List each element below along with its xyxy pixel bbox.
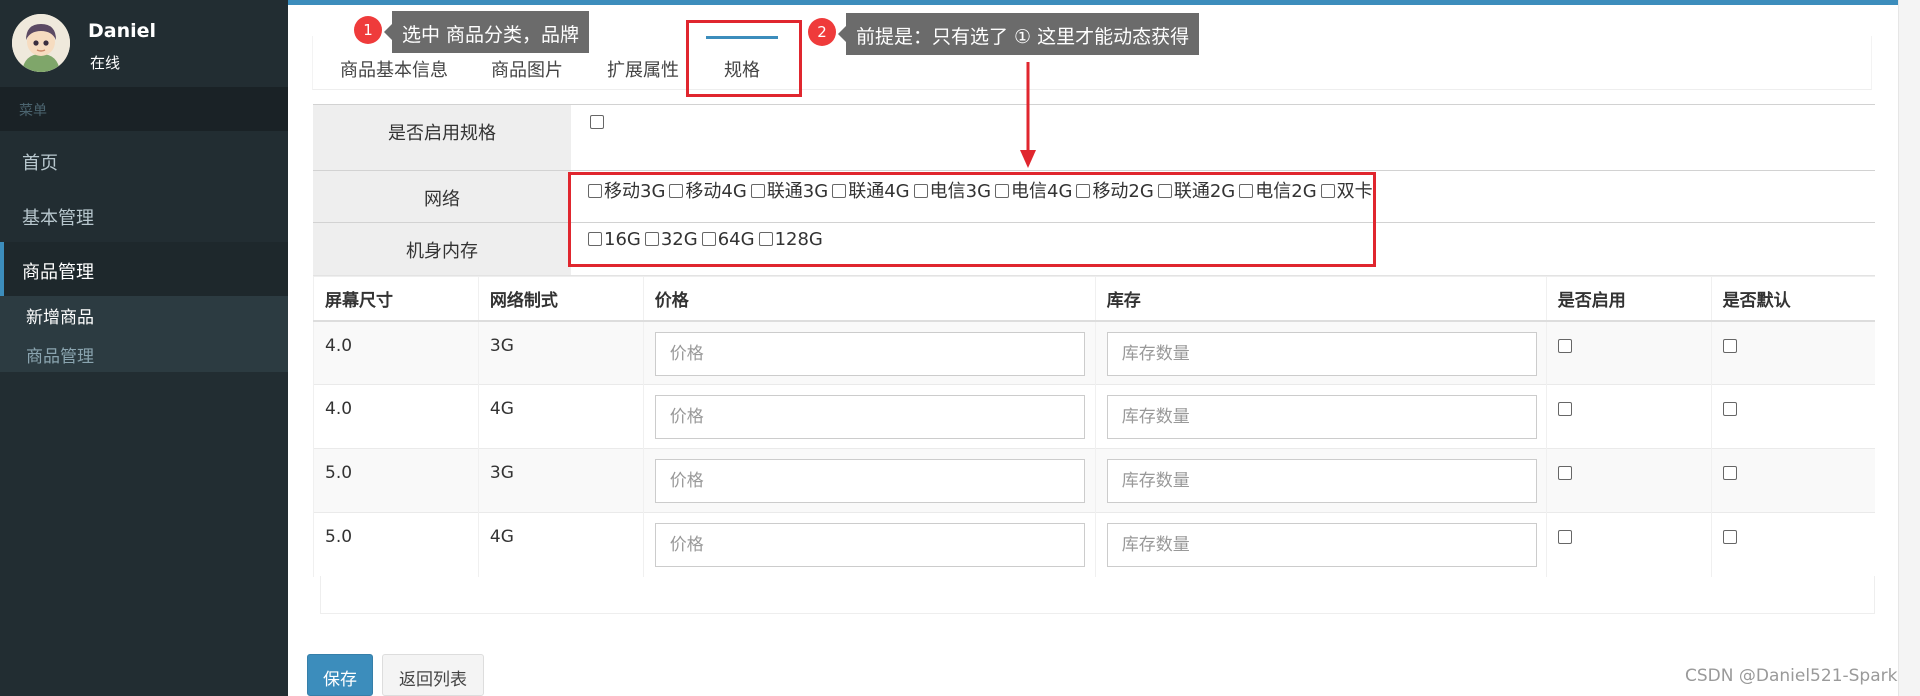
default-checkbox[interactable]	[1722, 530, 1737, 544]
enabled-cell	[1545, 512, 1712, 577]
col-screen-size: 屏幕尺寸	[313, 276, 479, 322]
screen-size-cell: 4.0	[313, 384, 479, 449]
spec-table: 屏幕尺寸 网络制式 价格 库存 是否启用 是否默认 4.03G4.04G5.03…	[313, 276, 1875, 577]
sidebar-submenu: 新增商品 商品管理	[0, 296, 288, 372]
sidebar-item-goods-management[interactable]: 商品管理	[0, 242, 288, 296]
price-cell	[642, 512, 1096, 577]
table-header-row: 屏幕尺寸 网络制式 价格 库存 是否启用 是否默认	[313, 276, 1875, 322]
top-accent-bar	[288, 0, 1920, 5]
enabled-cell	[1545, 448, 1712, 513]
stock-cell	[1094, 384, 1547, 449]
stock-input[interactable]	[1106, 523, 1537, 567]
stock-input[interactable]	[1106, 331, 1537, 376]
submenu-item-goods-management[interactable]: 商品管理	[26, 342, 94, 367]
enabled-checkbox[interactable]	[1557, 338, 1572, 353]
stock-cell	[1094, 320, 1547, 385]
network-type-cell: 4G	[477, 384, 644, 449]
price-input[interactable]	[654, 331, 1085, 376]
enable-spec-checkbox[interactable]	[590, 115, 604, 129]
price-cell	[642, 448, 1096, 513]
price-cell	[642, 320, 1096, 385]
col-price: 价格	[642, 276, 1096, 322]
watermark: CSDN @Daniel521-Spark	[1685, 666, 1898, 686]
user-status: 在线	[90, 54, 121, 72]
default-checkbox[interactable]	[1722, 402, 1737, 416]
network-label: 网络	[313, 171, 571, 222]
annotation-badge-1: 1	[354, 16, 382, 44]
network-type-cell: 3G	[477, 448, 644, 513]
annotation-box-spec-options	[568, 172, 1376, 267]
tab-basic-info[interactable]: 商品基本信息	[340, 56, 448, 82]
submenu-item-add-goods[interactable]: 新增商品	[26, 303, 94, 328]
enable-spec-label: 是否启用规格	[313, 105, 571, 170]
sidebar-item-basic-management[interactable]: 基本管理	[0, 188, 288, 242]
annotation-box-spec-tab	[686, 20, 802, 97]
screen-size-cell: 4.0	[313, 320, 479, 385]
avatar	[12, 14, 70, 72]
annotation-arrow	[1020, 62, 1036, 168]
default-cell	[1710, 448, 1875, 513]
annotation-tooltip-1: 选中 商品分类，品牌	[383, 11, 590, 53]
table-row: 5.0 4G	[313, 512, 1875, 577]
price-cell	[642, 384, 1096, 449]
table-footer	[320, 576, 1875, 614]
price-input[interactable]	[654, 459, 1085, 503]
enabled-cell	[1545, 320, 1712, 385]
tab-images[interactable]: 商品图片	[491, 56, 563, 82]
table-row: 4.0 3G	[313, 320, 1875, 385]
back-to-list-button[interactable]: 返回列表	[382, 654, 484, 696]
default-cell	[1710, 512, 1875, 577]
menu-header: 菜单	[0, 87, 288, 131]
stock-input[interactable]	[1106, 395, 1537, 439]
tab-extended-attributes[interactable]: 扩展属性	[607, 56, 679, 82]
user-name: Daniel	[88, 20, 157, 42]
col-default: 是否默认	[1710, 276, 1875, 322]
annotation-tooltip-2: 前提是：只有选了 ① 这里才能动态获得	[837, 13, 1200, 55]
memory-label: 机身内存	[313, 223, 571, 275]
user-panel: Daniel 在线	[0, 0, 288, 87]
default-cell	[1710, 384, 1875, 449]
screen-size-cell: 5.0	[313, 448, 479, 513]
stock-cell	[1094, 512, 1547, 577]
price-input[interactable]	[654, 523, 1085, 567]
stock-cell	[1094, 448, 1547, 513]
right-scroll-area	[1898, 0, 1920, 696]
sidebar: Daniel 在线 菜单 首页 基本管理 商品管理 新增商品 商品管理	[0, 0, 288, 696]
save-button[interactable]: 保存	[307, 654, 373, 696]
table-row: 4.0 4G	[313, 384, 1875, 449]
sidebar-item-home[interactable]: 首页	[0, 133, 288, 187]
enable-spec-row: 是否启用规格	[313, 104, 1875, 170]
enabled-checkbox[interactable]	[1557, 402, 1572, 416]
default-cell	[1710, 320, 1875, 385]
col-enabled: 是否启用	[1545, 276, 1712, 322]
col-stock: 库存	[1094, 276, 1547, 322]
table-row: 5.0 3G	[313, 448, 1875, 513]
screen-size-cell: 5.0	[313, 512, 479, 577]
network-type-cell: 4G	[477, 512, 644, 577]
col-network-type: 网络制式	[477, 276, 644, 322]
network-type-cell: 3G	[477, 320, 644, 385]
enabled-checkbox[interactable]	[1557, 530, 1572, 544]
enabled-checkbox[interactable]	[1557, 466, 1572, 480]
default-checkbox[interactable]	[1722, 338, 1737, 353]
price-input[interactable]	[654, 395, 1085, 439]
stock-input[interactable]	[1106, 459, 1537, 503]
enabled-cell	[1545, 384, 1712, 449]
default-checkbox[interactable]	[1722, 466, 1737, 480]
annotation-badge-2: 2	[808, 18, 836, 46]
